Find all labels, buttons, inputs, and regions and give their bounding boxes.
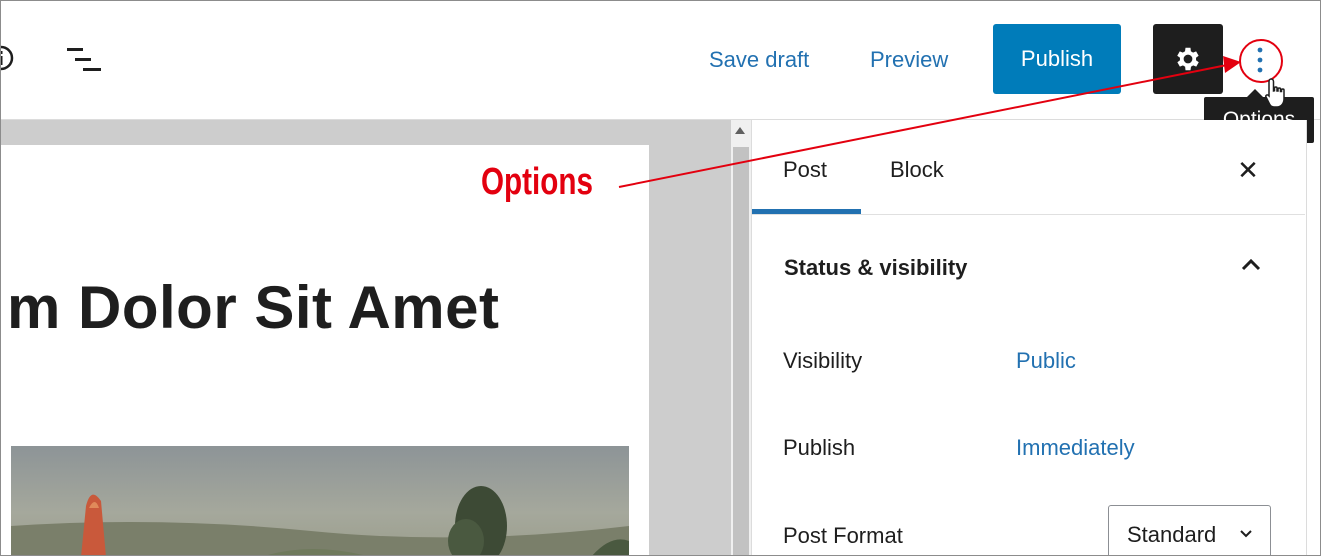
preview-button[interactable]: Preview (870, 47, 948, 73)
tab-block[interactable]: Block (890, 157, 944, 183)
publish-date-link[interactable]: Immediately (1016, 435, 1135, 461)
editor-window: Save draft Preview Publish Options m Dol… (0, 0, 1321, 556)
status-visibility-panel-title[interactable]: Status & visibility (784, 255, 967, 281)
close-icon: ✕ (1237, 154, 1259, 185)
post-featured-image[interactable] (11, 446, 629, 556)
post-title[interactable]: m Dolor Sit Amet (7, 273, 499, 342)
visibility-value-link[interactable]: Public (1016, 348, 1076, 374)
tabs-divider (752, 214, 1305, 215)
chevron-down-icon (1240, 530, 1252, 538)
editor-header (1, 1, 1320, 120)
visibility-label: Visibility (783, 348, 863, 373)
gear-icon (1177, 47, 1199, 71)
info-icon[interactable] (0, 44, 15, 72)
post-format-label: Post Format (783, 523, 903, 548)
list-view-icon[interactable] (65, 44, 103, 76)
tooltip-arrow (1247, 89, 1263, 97)
publish-label: Publish (783, 435, 856, 460)
publish-button[interactable]: Publish (993, 24, 1121, 94)
settings-sidebar (751, 120, 1307, 555)
chevron-up-icon[interactable] (1235, 249, 1267, 281)
tab-post[interactable]: Post (783, 157, 827, 183)
post-format-selected-value: Standard (1127, 522, 1217, 547)
scroll-up-arrow-icon[interactable] (735, 127, 745, 134)
scrollbar-thumb[interactable] (733, 147, 749, 555)
settings-button[interactable] (1153, 24, 1223, 94)
save-draft-button[interactable]: Save draft (709, 47, 809, 73)
annotation-label: Options (481, 161, 593, 203)
hand-cursor-icon (1265, 78, 1285, 108)
close-sidebar-button[interactable]: ✕ (1233, 155, 1263, 185)
